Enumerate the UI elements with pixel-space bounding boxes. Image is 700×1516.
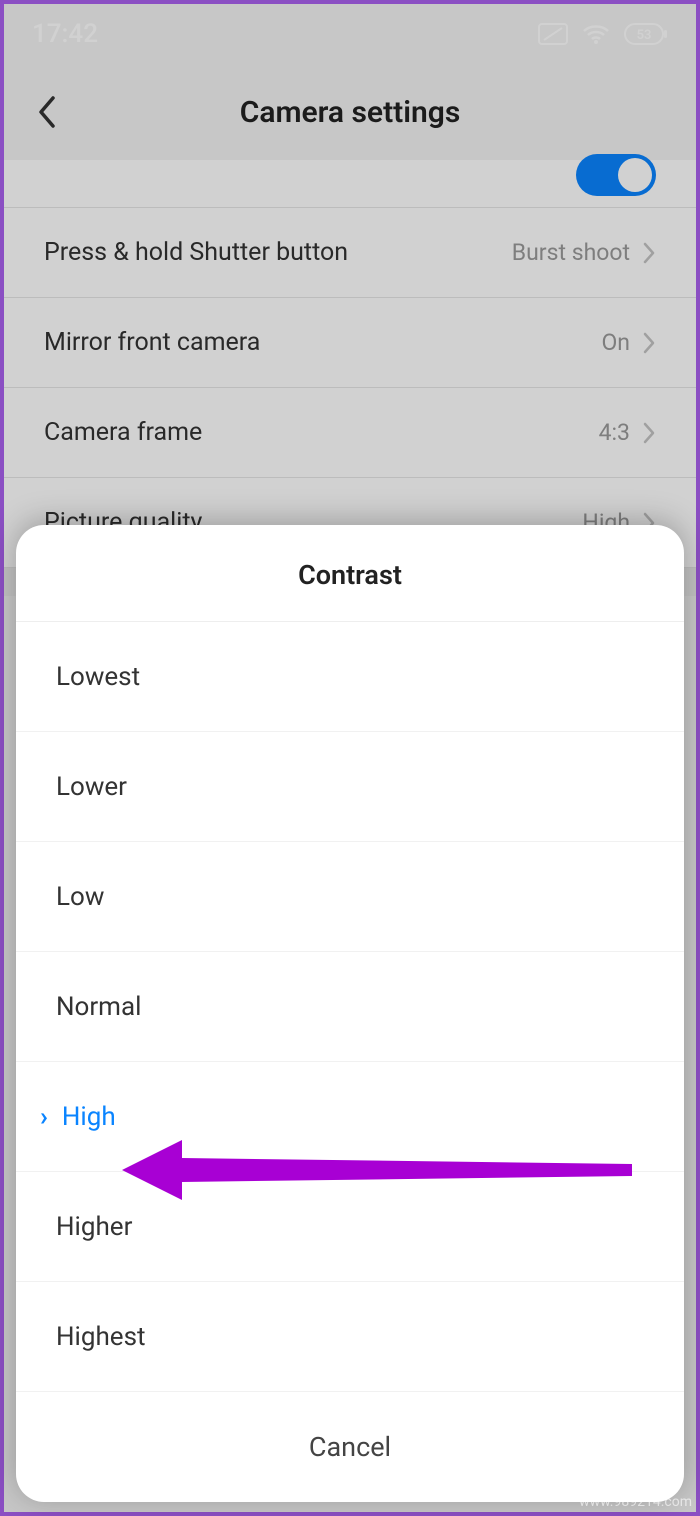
contrast-modal: Contrast Lowest Lower Low Normal › High … bbox=[16, 525, 684, 1502]
screenshot-frame: 17:42 53 Camera settings Press & hold Sh… bbox=[0, 0, 700, 1516]
chevron-right-icon bbox=[642, 241, 656, 265]
settings-label bbox=[44, 160, 424, 170]
option-label: Normal bbox=[56, 992, 141, 1022]
svg-text:53: 53 bbox=[637, 28, 652, 43]
settings-value: 4:3 bbox=[599, 419, 630, 446]
settings-row-shutter[interactable]: Press & hold Shutter button Burst shoot bbox=[4, 208, 696, 298]
option-high[interactable]: › High bbox=[16, 1062, 684, 1172]
toggle-knob bbox=[618, 158, 652, 192]
settings-label: Camera frame bbox=[44, 418, 202, 447]
settings-row-clipped[interactable] bbox=[4, 160, 696, 208]
settings-row-frame[interactable]: Camera frame 4:3 bbox=[4, 388, 696, 478]
modal-title: Contrast bbox=[16, 525, 684, 622]
settings-value: Burst shoot bbox=[512, 239, 630, 266]
watermark: www.989214.com bbox=[579, 1494, 692, 1510]
selected-indicator-icon: › bbox=[40, 1102, 48, 1132]
option-label: Low bbox=[56, 882, 104, 912]
option-highest[interactable]: Highest bbox=[16, 1282, 684, 1392]
status-time: 17:42 bbox=[32, 19, 98, 49]
option-higher[interactable]: Higher bbox=[16, 1172, 684, 1282]
back-button[interactable] bbox=[24, 90, 68, 134]
option-label: Lowest bbox=[56, 662, 140, 692]
settings-label: Press & hold Shutter button bbox=[44, 238, 348, 267]
battery-icon: 53 bbox=[624, 23, 668, 45]
cancel-button[interactable]: Cancel bbox=[16, 1392, 684, 1502]
option-label: Higher bbox=[56, 1212, 132, 1242]
chevron-right-icon bbox=[642, 421, 656, 445]
page-header: Camera settings bbox=[4, 64, 696, 160]
chevron-right-icon bbox=[642, 331, 656, 355]
status-bar: 17:42 53 bbox=[4, 4, 696, 64]
settings-list: Press & hold Shutter button Burst shoot … bbox=[4, 160, 696, 568]
option-label: Highest bbox=[56, 1322, 146, 1352]
option-label: Lower bbox=[56, 772, 127, 802]
settings-label: Mirror front camera bbox=[44, 328, 260, 357]
option-label: High bbox=[62, 1102, 116, 1132]
option-lowest[interactable]: Lowest bbox=[16, 622, 684, 732]
toggle-switch[interactable] bbox=[576, 154, 656, 196]
page-title: Camera settings bbox=[4, 95, 696, 130]
wifi-icon bbox=[582, 23, 610, 45]
no-sim-icon bbox=[538, 23, 568, 45]
option-low[interactable]: Low bbox=[16, 842, 684, 952]
option-lower[interactable]: Lower bbox=[16, 732, 684, 842]
option-normal[interactable]: Normal bbox=[16, 952, 684, 1062]
settings-row-mirror[interactable]: Mirror front camera On bbox=[4, 298, 696, 388]
settings-value: On bbox=[601, 329, 630, 356]
